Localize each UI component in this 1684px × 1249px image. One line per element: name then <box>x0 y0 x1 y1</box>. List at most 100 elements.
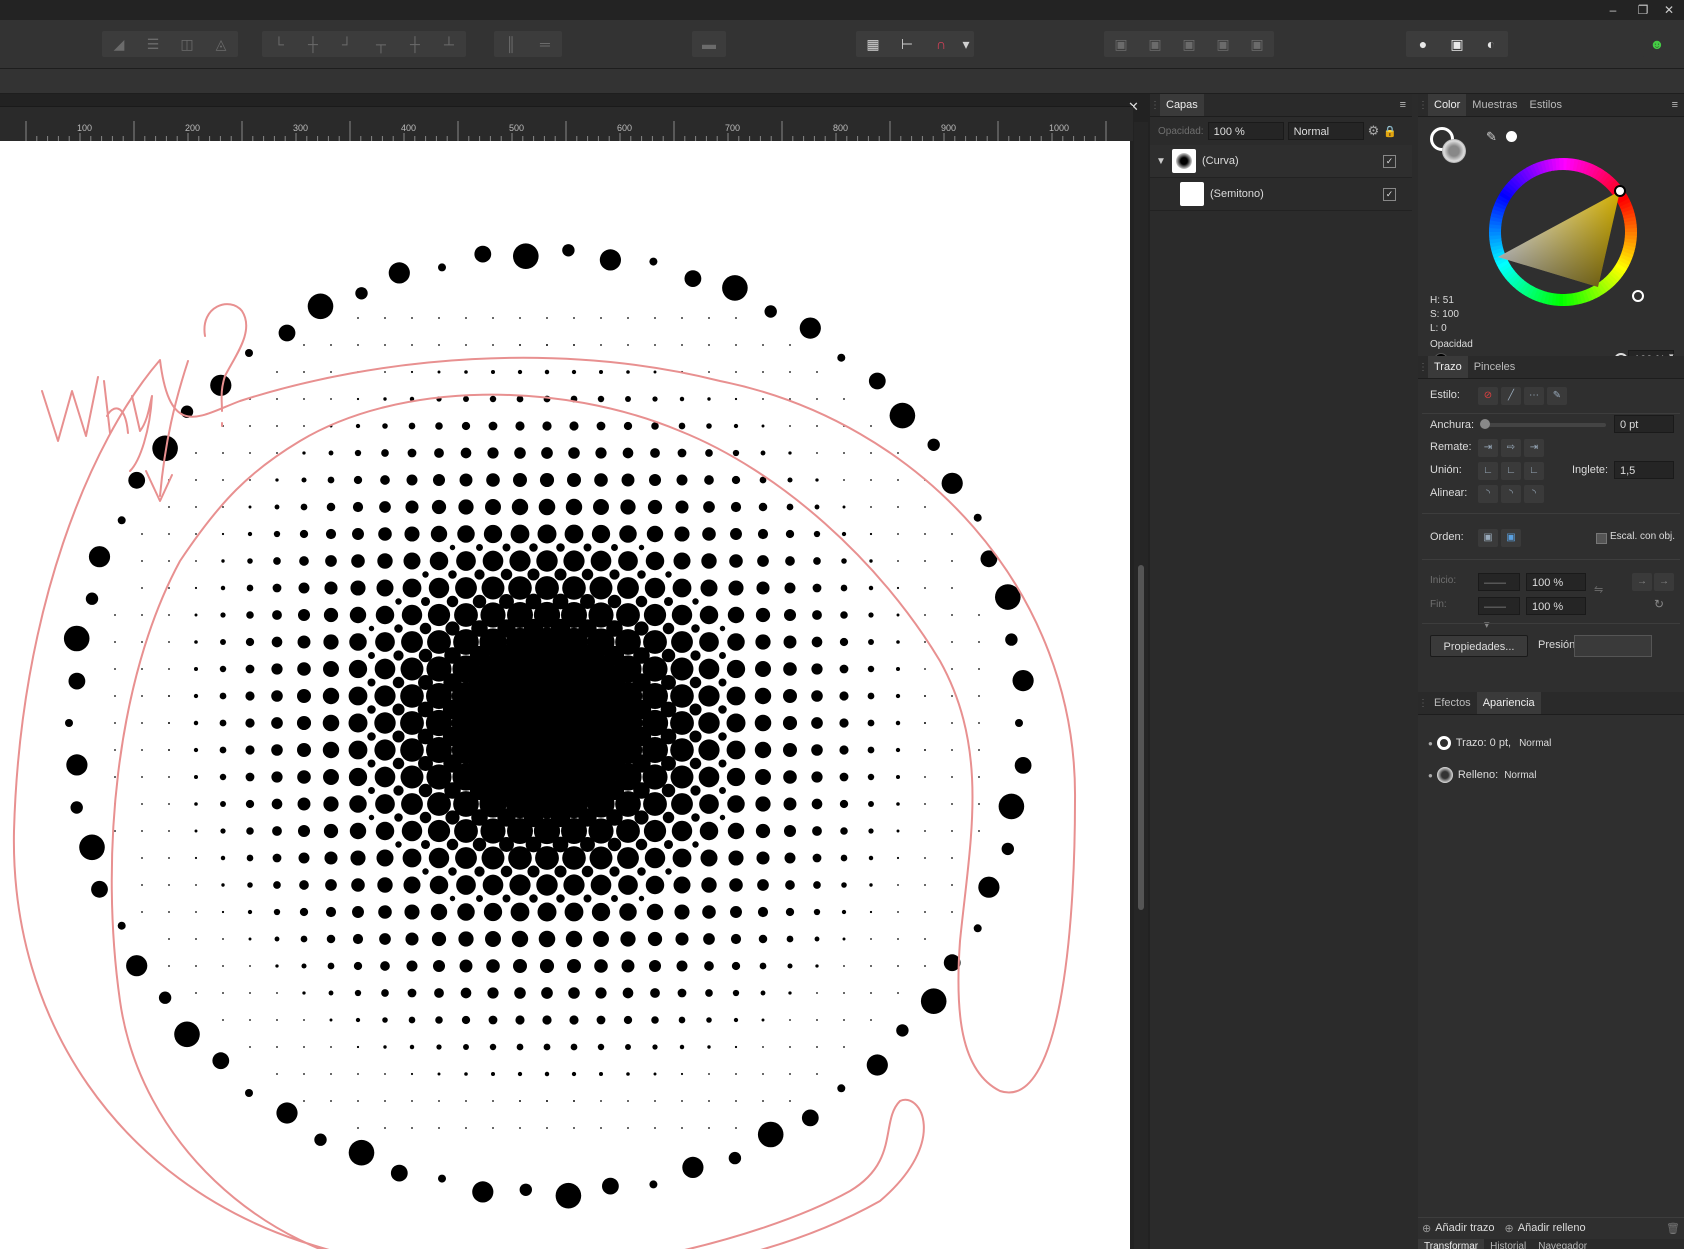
delete-icon[interactable]: 🗑 <box>1666 1222 1684 1235</box>
arrange-backward-icon[interactable]: ▣ <box>1138 31 1172 57</box>
add-stroke-button[interactable]: Añadir trazo <box>1435 1222 1494 1234</box>
tab-color[interactable]: Color <box>1428 94 1467 116</box>
no-stroke-icon[interactable]: ⊘ <box>1478 387 1498 405</box>
tidy-icon[interactable]: ▬ <box>692 31 726 57</box>
butt-cap-icon[interactable]: ⇥ <box>1478 439 1498 457</box>
arrange-group-icon[interactable]: ▣ <box>1240 31 1274 57</box>
boolean-intersect-icon[interactable]: ◐ <box>1474 31 1508 57</box>
boolean-subtract-icon[interactable]: ▣ <box>1440 31 1474 57</box>
layer-settings-gear-icon[interactable]: ⚙ <box>1368 123 1380 139</box>
distribute-left-icon[interactable]: └ <box>262 31 296 57</box>
align-center-icon[interactable]: ☰ <box>136 31 170 57</box>
tab-navigator[interactable]: Navegador <box>1532 1239 1593 1249</box>
layer-expand-chevron-icon[interactable]: ▼ <box>1150 156 1172 167</box>
blend-mode-select[interactable]: Normal <box>1287 122 1364 140</box>
distribute-right-icon[interactable]: ┘ <box>330 31 364 57</box>
arrange-front-icon[interactable]: ▣ <box>1206 31 1240 57</box>
align-right-icon[interactable]: ◫ <box>170 31 204 57</box>
snapping-dropdown-icon[interactable]: ▾ <box>958 31 974 57</box>
align-inside-icon[interactable]: ◝ <box>1478 485 1498 503</box>
swap-arrows-icon[interactable]: ↻ <box>1654 597 1664 611</box>
link-scale-icon[interactable]: ⇋ <box>1594 583 1603 596</box>
color-wheel[interactable] <box>1478 147 1648 317</box>
square-cap-icon[interactable]: ⇥ <box>1524 439 1544 457</box>
tab-swatches[interactable]: Muestras <box>1466 94 1523 116</box>
start-scale-field[interactable]: 100 % <box>1526 573 1586 591</box>
layer-visibility-checkbox[interactable]: ✓ <box>1383 154 1396 168</box>
boolean-add-icon[interactable]: ● <box>1406 31 1440 57</box>
tab-transform[interactable]: Transformar <box>1418 1239 1485 1249</box>
minimize-icon[interactable]: – <box>1598 0 1628 20</box>
tab-effects[interactable]: Efectos <box>1428 692 1477 714</box>
close-window-icon[interactable]: ✕ <box>1654 0 1684 20</box>
space-vertical-icon[interactable]: ═ <box>528 31 562 57</box>
canvas[interactable] <box>0 141 1130 1249</box>
scale-with-object-checkbox[interactable] <box>1596 533 1607 544</box>
round-cap-icon[interactable]: ⇨ <box>1501 439 1521 457</box>
arrow-head-end-icon[interactable]: → <box>1654 573 1674 591</box>
solid-stroke-icon[interactable]: ╱ <box>1501 387 1521 405</box>
arrow-head-start-icon[interactable]: → <box>1632 573 1652 591</box>
layer-name[interactable]: (Semitono) <box>1210 188 1383 200</box>
space-horizontal-icon[interactable]: ║ <box>494 31 528 57</box>
tab-styles[interactable]: Estilos <box>1524 94 1568 116</box>
add-fill-icon[interactable]: ⊕ <box>1505 1222 1514 1235</box>
brush-stroke-icon[interactable]: ✎ <box>1547 387 1567 405</box>
snap-options-icon[interactable]: ⊢ <box>890 31 924 57</box>
pressure-curve-field[interactable] <box>1574 635 1652 657</box>
panel-menu-icon[interactable]: ≡ <box>1400 99 1412 111</box>
bevel-join-icon[interactable]: ∟ <box>1524 462 1544 480</box>
round-join-icon[interactable]: ∟ <box>1501 462 1521 480</box>
appearance-fill-mode[interactable]: Normal <box>1504 770 1536 781</box>
miter-field[interactable]: 1,5 <box>1614 461 1674 479</box>
align-left-icon[interactable]: ◢ <box>102 31 136 57</box>
align-outside-icon[interactable]: ◝ <box>1524 485 1544 503</box>
layer-row[interactable]: (Semitono) ✓ <box>1150 178 1412 211</box>
align-center-stroke-icon[interactable]: ◝ <box>1501 485 1521 503</box>
user-account-icon[interactable]: ☻ <box>1642 31 1672 57</box>
distribute-bottom-icon[interactable]: ┴ <box>432 31 466 57</box>
hue-handle[interactable] <box>1632 290 1644 302</box>
distribute-top-icon[interactable]: ┬ <box>364 31 398 57</box>
distribute-middle-icon[interactable]: ┼ <box>398 31 432 57</box>
start-arrow-select[interactable]: —— ▾ <box>1478 573 1520 607</box>
layer-visibility-checkbox[interactable]: ✓ <box>1383 187 1396 201</box>
add-stroke-icon[interactable]: ⊕ <box>1422 1222 1431 1235</box>
layer-lock-icon[interactable]: 🔒 <box>1383 125 1397 138</box>
width-slider-handle[interactable] <box>1480 419 1490 429</box>
width-slider[interactable] <box>1482 423 1606 427</box>
triangle-handle[interactable] <box>1614 185 1626 197</box>
properties-button[interactable]: Propiedades... <box>1430 635 1528 657</box>
align-justify-icon[interactable]: ◬ <box>204 31 238 57</box>
tab-history[interactable]: Historial <box>1484 1239 1532 1249</box>
tab-layers[interactable]: Capas <box>1160 94 1204 116</box>
appearance-stroke-mode[interactable]: Normal <box>1519 738 1551 749</box>
panel-menu-icon[interactable]: ≡ <box>1672 99 1684 111</box>
miter-join-icon[interactable]: ∟ <box>1478 462 1498 480</box>
layer-name[interactable]: (Curva) <box>1202 155 1383 167</box>
distribute-center-icon[interactable]: ┼ <box>296 31 330 57</box>
vertical-scroll-thumb[interactable] <box>1138 565 1144 910</box>
appearance-stroke-row[interactable]: ● Trazo: 0 pt, Normal <box>1418 731 1684 755</box>
layer-row[interactable]: ▼ (Curva) ✓ <box>1150 145 1412 178</box>
fill-swatch-icon[interactable] <box>1442 139 1466 163</box>
grid-icon[interactable]: ▦ <box>856 31 890 57</box>
panel-grip-icon[interactable]: ⋮ <box>1418 362 1428 373</box>
tab-stroke[interactable]: Trazo <box>1428 356 1468 378</box>
stroke-behind-icon[interactable]: ▣ <box>1478 529 1498 547</box>
stroke-front-icon[interactable]: ▣ <box>1501 529 1521 547</box>
end-arrow-select[interactable]: —— ▾ <box>1478 597 1520 631</box>
layers-opacity-field[interactable]: 100 % <box>1207 122 1284 140</box>
tab-appearance[interactable]: Apariencia <box>1476 692 1541 714</box>
add-fill-button[interactable]: Añadir relleno <box>1518 1222 1586 1234</box>
eyedropper-icon[interactable]: ✎ <box>1486 129 1497 145</box>
dashed-stroke-icon[interactable]: ⋯ <box>1524 387 1544 405</box>
tab-brushes[interactable]: Pinceles <box>1468 356 1522 378</box>
end-scale-field[interactable]: 100 % <box>1526 597 1586 615</box>
panel-grip-icon[interactable]: ⋮ <box>1150 100 1160 111</box>
fill-stroke-swatch[interactable] <box>1430 127 1470 167</box>
appearance-fill-row[interactable]: ● Relleno: Normal <box>1418 763 1684 787</box>
arrange-forward-icon[interactable]: ▣ <box>1172 31 1206 57</box>
arrange-back-icon[interactable]: ▣ <box>1104 31 1138 57</box>
panel-grip-icon[interactable]: ⋮ <box>1418 698 1428 709</box>
